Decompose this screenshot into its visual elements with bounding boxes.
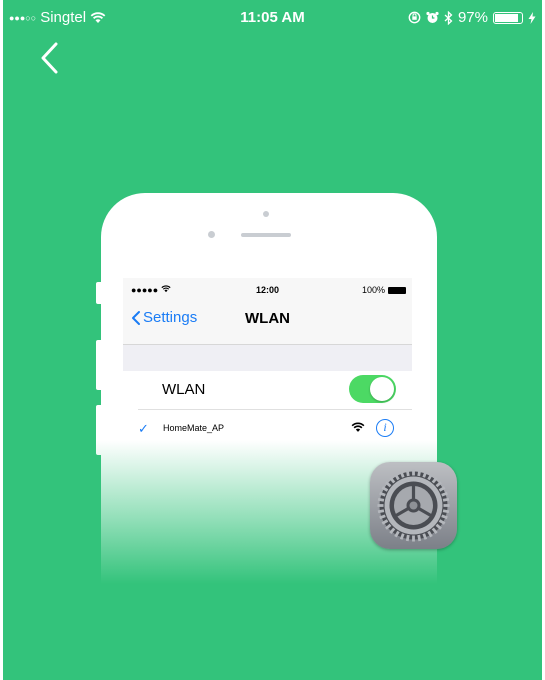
battery-icon [493,11,523,24]
settings-gear-icon [370,462,457,549]
screen: ●●●○○ Singtel 11:05 AM 97% ●●●●● 12:00 1… [3,0,542,680]
checkmark-icon: ✓ [138,421,149,436]
illustration-network-name: HomeMate_AP [163,423,225,433]
status-bar: ●●●○○ Singtel 11:05 AM 97% [3,0,542,36]
bluetooth-icon [444,10,453,25]
chevron-left-icon [41,42,58,74]
illustration-battery-icon [388,286,406,294]
illustration-navbar: ●●●●● 12:00 100% Settings WLAN [123,278,412,345]
back-button[interactable] [35,38,69,78]
gear-tooth [443,504,450,507]
illustration-network-wifi-icon [351,422,365,432]
illustration-wlan-toggle [349,375,396,403]
illustration-section-gap [123,345,412,371]
phone-speaker [241,233,291,237]
illustration-wlan-row: WLAN [123,371,412,409]
illustration-title: WLAN [245,310,290,327]
battery-percent: 97% [457,9,488,26]
toggle-knob [370,377,394,401]
illustration-battery: 100% [362,285,406,295]
phone-sensor [263,211,269,217]
charging-bolt-icon [528,11,536,24]
alarm-clock-icon [426,11,439,23]
gear-tooth [412,535,415,542]
illustration-battery-percent: 100% [361,285,385,295]
gear-tooth [377,504,384,507]
battery-fill [495,13,518,22]
gear-icon [377,469,450,542]
phone-camera [208,231,215,238]
status-right: 97% [408,9,536,26]
rotation-lock-icon [408,11,421,24]
gear-tooth [412,469,415,476]
info-icon: i [376,419,394,437]
illustration-wlan-label: WLAN [162,381,206,398]
